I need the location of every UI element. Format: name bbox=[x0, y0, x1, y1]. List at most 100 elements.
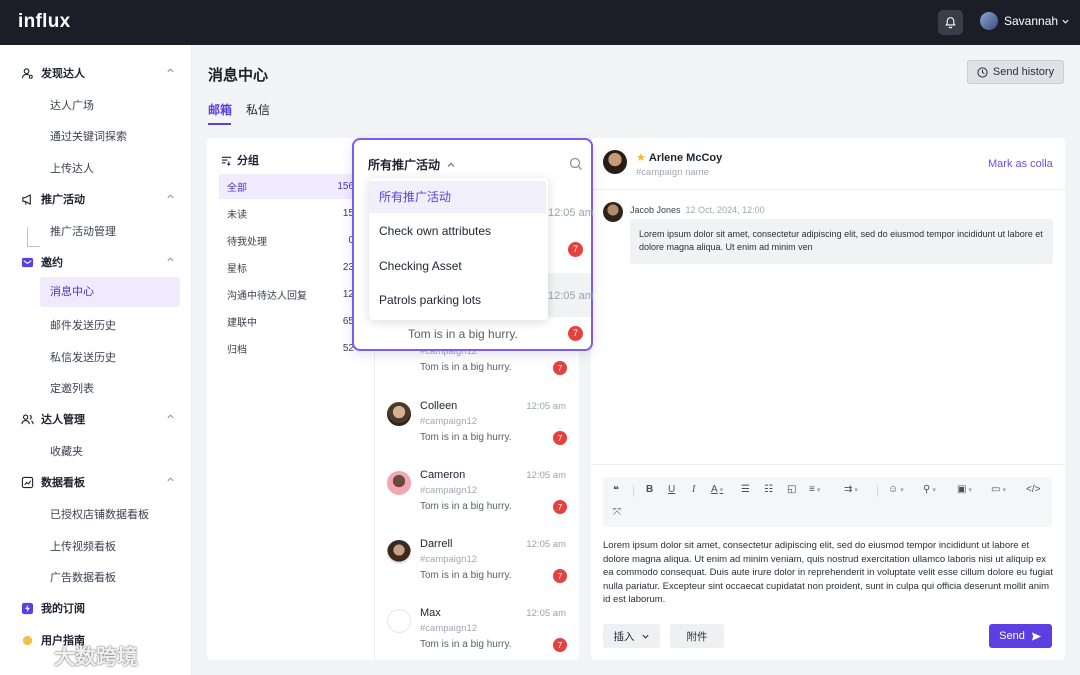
campaign-filter-select[interactable]: 所有推广活动 bbox=[368, 156, 456, 173]
sidebar-item-message-center[interactable]: 消息中心 bbox=[40, 277, 180, 307]
sidebar-item-store-dashboard[interactable]: 已授权店铺数据看板 bbox=[50, 506, 149, 522]
page-title: 消息中心 bbox=[208, 67, 269, 84]
sender-avatar bbox=[603, 202, 623, 222]
watermark: 大数跨境 bbox=[8, 641, 138, 671]
folder-unread[interactable]: 未读 15 bbox=[219, 201, 356, 226]
mail-icon bbox=[20, 255, 34, 269]
send-button[interactable]: Send bbox=[989, 624, 1052, 648]
quote-icon[interactable]: ❝ bbox=[613, 485, 619, 496]
chevron-down-icon bbox=[1062, 19, 1069, 24]
folder-starred[interactable]: 星标 23 bbox=[219, 255, 356, 280]
sidebar-item-dm-history[interactable]: 私信发送历史 bbox=[50, 349, 116, 365]
sidebar-group-invite[interactable]: 邀约 bbox=[20, 254, 175, 270]
comment-icon[interactable]: ◱ bbox=[787, 484, 796, 495]
link-icon[interactable]: ⚲ ▾ bbox=[923, 484, 936, 495]
conversation-preview: Tom is in a big hurry. bbox=[408, 327, 518, 341]
sidebar-item-email-history[interactable]: 邮件发送历史 bbox=[50, 317, 116, 333]
sidebar-group-discover[interactable]: 发现达人 bbox=[20, 65, 175, 81]
conversation-time: 12:05 am bbox=[548, 290, 594, 302]
user-menu[interactable]: Savannah bbox=[980, 12, 1070, 30]
unread-badge: 7 bbox=[553, 569, 567, 583]
unread-badge: 7 bbox=[568, 326, 583, 341]
contact-name: ★ Arlene McCoy bbox=[636, 151, 723, 165]
folder-archived[interactable]: 归档 52 bbox=[219, 336, 356, 361]
compose-textarea[interactable]: Lorem ipsum dolor sit amet, consectetur … bbox=[603, 539, 1053, 607]
conversation-item[interactable]: Cameron 12:05 am #campaign12 Tom is in a… bbox=[385, 469, 570, 535]
align-icon[interactable]: ≡ ▾ bbox=[809, 484, 820, 495]
chevron-up-icon bbox=[167, 194, 174, 199]
emoji-icon[interactable]: ☺ ▾ bbox=[888, 484, 904, 495]
send-history-button[interactable]: Send history bbox=[967, 60, 1064, 84]
option-patrols-parking-lots[interactable]: Patrols parking lots bbox=[369, 284, 546, 316]
tab-direct-message[interactable]: 私信 bbox=[246, 101, 270, 118]
search-button[interactable] bbox=[569, 157, 583, 174]
lightning-icon bbox=[20, 601, 34, 615]
numbered-list-icon[interactable]: ☷ bbox=[764, 484, 773, 495]
sidebar-group-subscription[interactable]: 我的订阅 bbox=[20, 600, 175, 616]
sidebar-item-video-dashboard[interactable]: 上传视频看板 bbox=[50, 538, 116, 554]
unread-badge: 7 bbox=[568, 242, 583, 257]
unread-badge: 7 bbox=[553, 361, 567, 375]
sidebar-group-dashboard[interactable]: 数据看板 bbox=[20, 474, 175, 490]
user-name: Savannah bbox=[1004, 14, 1059, 28]
avatar bbox=[387, 609, 411, 633]
conversation-time: 12:05 am bbox=[548, 207, 594, 219]
sidebar-item-invite-list[interactable]: 定邀列表 bbox=[50, 380, 94, 396]
sidebar-item-favorites[interactable]: 收藏夹 bbox=[50, 443, 83, 459]
avatar bbox=[980, 12, 998, 30]
notification-button[interactable] bbox=[938, 10, 963, 35]
code-icon[interactable]: </> bbox=[1026, 484, 1040, 495]
fullscreen-icon[interactable]: ⤧ bbox=[613, 507, 621, 518]
sidebar-item-upload-influencer[interactable]: 上传达人 bbox=[50, 160, 94, 176]
sidebar-item-ads-dashboard[interactable]: 广告数据看板 bbox=[50, 569, 116, 585]
folder-connecting[interactable]: 建联中 65 bbox=[219, 309, 356, 334]
sidebar-group-campaigns[interactable]: 推广活动 bbox=[20, 191, 175, 207]
sidebar-group-influencer-management[interactable]: 达人管理 bbox=[20, 411, 175, 427]
chevron-up-icon bbox=[167, 68, 174, 73]
indent-icon[interactable]: ⇉ ▾ bbox=[844, 484, 858, 495]
sidebar-item-influencer-square[interactable]: 达人广场 bbox=[50, 97, 94, 113]
bold-icon[interactable]: B bbox=[646, 484, 653, 495]
bullet-list-icon[interactable]: ☰ bbox=[741, 484, 750, 495]
image-icon[interactable]: ▣ ▾ bbox=[957, 484, 972, 495]
avatar bbox=[387, 471, 411, 495]
underline-icon[interactable]: U bbox=[668, 484, 675, 495]
option-checking-asset[interactable]: Checking Asset bbox=[369, 250, 546, 282]
sidebar-item-campaign-management[interactable]: 推广活动管理 bbox=[50, 223, 116, 239]
star-icon[interactable]: ★ bbox=[636, 151, 646, 164]
avatar bbox=[387, 540, 411, 564]
sidebar-item-keyword-explore[interactable]: 通过关键词探索 bbox=[50, 128, 127, 144]
option-all-campaigns[interactable]: 所有推广活动 bbox=[369, 181, 546, 213]
folder-all[interactable]: 全部 156 bbox=[219, 174, 356, 199]
option-check-own-attributes[interactable]: Check own attributes bbox=[369, 215, 546, 247]
tree-connector bbox=[27, 227, 40, 247]
font-color-icon[interactable]: A ▾ bbox=[711, 484, 723, 495]
sender-name: Jacob Jones bbox=[630, 205, 681, 215]
italic-icon[interactable]: I bbox=[692, 484, 695, 495]
folder-pending[interactable]: 待我处理0 bbox=[219, 228, 356, 253]
message-meta: Jacob Jones 12 Oct, 2024, 12:00 bbox=[630, 205, 765, 215]
chevron-up-icon bbox=[167, 414, 174, 419]
chevron-up-icon bbox=[167, 477, 174, 482]
mark-as-collaborating-link[interactable]: Mark as colla bbox=[988, 158, 1054, 170]
divider bbox=[877, 485, 878, 497]
app-logo[interactable]: influx bbox=[18, 11, 70, 33]
tab-mailbox[interactable]: 邮箱 bbox=[208, 101, 232, 118]
folder-awaiting-reply[interactable]: 沟通中待达人回复 12 bbox=[219, 282, 356, 307]
user-search-icon bbox=[20, 66, 34, 80]
unread-badge: 7 bbox=[553, 500, 567, 514]
users-icon bbox=[20, 412, 34, 426]
conversation-item[interactable]: Darrell 12:05 am #campaign12 Tom is in a… bbox=[385, 538, 570, 604]
conversation-item[interactable]: Max 12:05 am #campaign12 Tom is in a big… bbox=[385, 607, 570, 673]
insert-button[interactable]: 插入 bbox=[603, 624, 660, 648]
attachment-button[interactable]: 附件 bbox=[670, 624, 724, 648]
folder-header: 分组 bbox=[221, 152, 259, 168]
sidebar-group-label: 数据看板 bbox=[41, 477, 85, 489]
watermark-logo-icon bbox=[8, 646, 44, 666]
video-icon[interactable]: ▭ ▾ bbox=[991, 484, 1006, 495]
conversation-item[interactable]: Colleen 12:05 am #campaign12 Tom is in a… bbox=[385, 400, 570, 466]
message-bubble: Lorem ipsum dolor sit amet, consectetur … bbox=[630, 219, 1053, 264]
sidebar-group-label: 达人管理 bbox=[41, 414, 85, 426]
send-icon bbox=[1031, 631, 1041, 641]
avatar bbox=[387, 402, 411, 426]
